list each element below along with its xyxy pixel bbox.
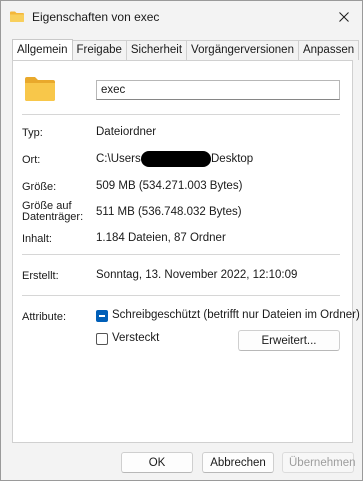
window-title: Eigenschaften von exec: [32, 10, 160, 24]
tab-general[interactable]: Allgemein: [12, 39, 73, 60]
hidden-checkbox[interactable]: [96, 333, 108, 345]
contents-label: Inhalt:: [22, 233, 52, 245]
tab-sharing[interactable]: Freigabe: [71, 40, 127, 60]
divider: [22, 254, 340, 255]
redaction-mark: [141, 151, 211, 167]
contents-value: 1.184 Dateien, 87 Ordner: [96, 232, 226, 244]
tab-previous-versions[interactable]: Vorgängerversionen: [186, 40, 299, 60]
readonly-checkbox[interactable]: [96, 310, 108, 322]
location-value-suffix: Desktop: [211, 153, 254, 165]
readonly-checkbox-label[interactable]: Schreibgeschützt (betrifft nur Dateien i…: [112, 309, 360, 321]
close-icon: [339, 12, 349, 22]
properties-window: Eigenschaften von exec Allgemein Freigab…: [0, 0, 363, 481]
location-value-prefix: C:\Users: [96, 153, 141, 165]
apply-button[interactable]: Übernehmen: [282, 452, 355, 473]
cancel-button[interactable]: Abbrechen: [202, 452, 274, 473]
divider: [22, 295, 340, 296]
folder-name-input[interactable]: [96, 80, 340, 100]
general-panel: Typ: Dateiordner Ort: C:\Users Desktop G…: [12, 60, 360, 443]
tab-security[interactable]: Sicherheit: [125, 40, 188, 60]
folder-icon: [10, 11, 24, 22]
hidden-checkbox-label[interactable]: Versteckt: [112, 332, 159, 344]
divider: [22, 114, 340, 115]
created-label: Erstellt:: [22, 270, 59, 282]
created-value: Sonntag, 13. November 2022, 12:10:09: [96, 269, 298, 281]
type-value: Dateiordner: [96, 126, 157, 138]
size-value: 509 MB (534.271.003 Bytes): [96, 180, 243, 192]
location-label: Ort:: [22, 154, 41, 166]
folder-large-icon: [25, 77, 55, 101]
tab-strip: Allgemein Freigabe Sicherheit Vorgängerv…: [12, 39, 360, 60]
size-label: Größe:: [22, 181, 57, 193]
size-on-disk-label-line2: Datenträger:: [22, 211, 84, 223]
ok-button[interactable]: OK: [121, 452, 193, 473]
attributes-label: Attribute:: [22, 311, 67, 323]
type-label: Typ:: [22, 127, 43, 139]
close-button[interactable]: [334, 7, 354, 27]
size-on-disk-value: 511 MB (536.748.032 Bytes): [96, 206, 242, 218]
title-bar: Eigenschaften von exec: [1, 1, 362, 33]
tab-customize[interactable]: Anpassen: [297, 40, 360, 60]
advanced-button[interactable]: Erweitert...: [238, 330, 340, 351]
